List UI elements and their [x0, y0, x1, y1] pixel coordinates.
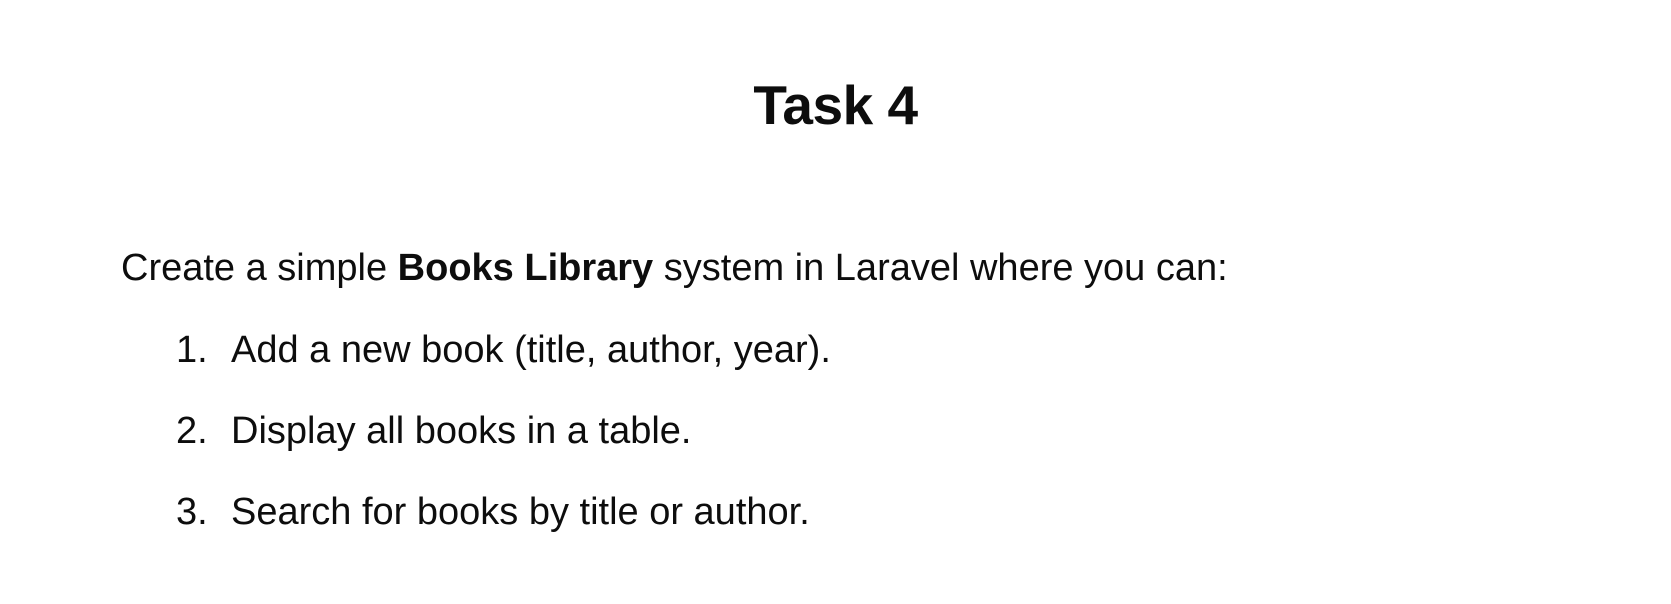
list-item-number: 3.	[176, 491, 208, 533]
document-page: Task 4 Create a simple Books Library sys…	[0, 0, 1671, 604]
list-item-text: Search for books by title or author.	[231, 491, 810, 533]
intro-text-after: system in Laravel where you can:	[653, 247, 1228, 289]
intro-paragraph: Create a simple Books Library system in …	[121, 244, 1228, 292]
task-list: 1. Add a new book (title, author, year). …	[176, 326, 831, 569]
list-item-number: 2.	[176, 410, 208, 452]
list-item: 1. Add a new book (title, author, year).	[176, 326, 831, 374]
list-item: 2. Display all books in a table.	[176, 407, 831, 455]
list-item-text: Display all books in a table.	[231, 410, 692, 452]
list-item-number: 1.	[176, 329, 208, 371]
list-item: 3. Search for books by title or author.	[176, 488, 831, 536]
list-item-text: Add a new book (title, author, year).	[231, 329, 831, 371]
page-title: Task 4	[753, 74, 918, 136]
intro-bold-text: Books Library	[397, 247, 654, 289]
intro-text-before: Create a simple	[121, 247, 398, 289]
